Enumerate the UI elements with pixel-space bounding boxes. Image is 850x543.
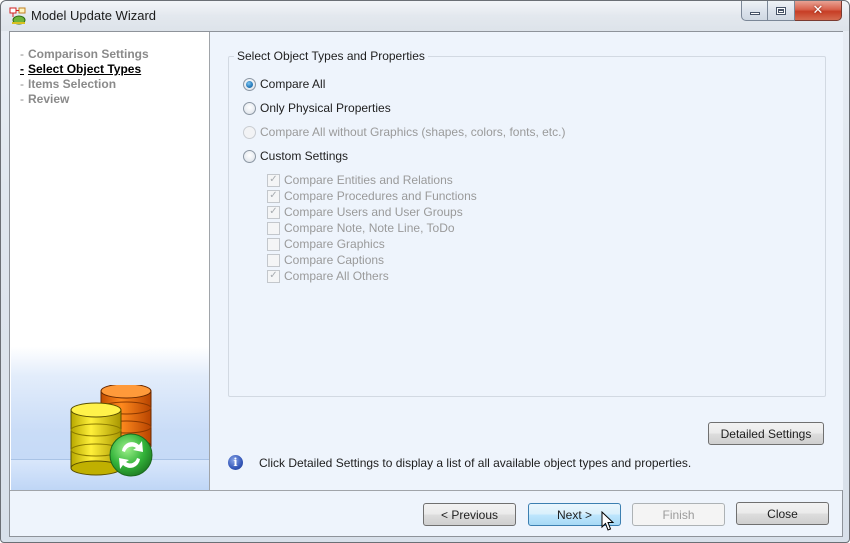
checkbox-label: Compare Entities and Relations bbox=[284, 173, 453, 187]
close-window-button[interactable]: ✕ bbox=[795, 1, 842, 21]
title-bar[interactable]: Model Update Wizard ✕ bbox=[1, 1, 849, 31]
wizard-client-area: - Comparison Settings - Select Object Ty… bbox=[9, 31, 843, 537]
checkbox-checked: ✓ bbox=[267, 189, 280, 203]
model-update-wizard-icon bbox=[9, 7, 26, 25]
maximize-button[interactable] bbox=[768, 1, 795, 21]
step-review: - Review bbox=[20, 92, 149, 107]
groupbox-title: Select Object Types and Properties bbox=[234, 49, 428, 63]
checkbox-unchecked bbox=[267, 221, 280, 235]
checkbox-checked: ✓ bbox=[267, 173, 280, 187]
detailed-settings-button[interactable]: Detailed Settings bbox=[708, 422, 824, 445]
step-bullet: - bbox=[20, 77, 24, 91]
step-bullet: - bbox=[20, 62, 24, 76]
step-label: Items Selection bbox=[28, 77, 117, 91]
previous-button[interactable]: < Previous bbox=[423, 503, 516, 526]
checkbox-label: Compare Graphics bbox=[284, 237, 385, 251]
close-icon: ✕ bbox=[812, 3, 824, 18]
radio-button[interactable] bbox=[243, 149, 256, 163]
checkbox-label: Compare Captions bbox=[284, 253, 385, 267]
info-hint: i Click Detailed Settings to display a l… bbox=[228, 455, 691, 470]
radio-button[interactable] bbox=[243, 101, 256, 115]
step-bullet: - bbox=[20, 92, 24, 106]
radio-label: Only Physical Properties bbox=[260, 101, 391, 115]
wizard-illustration-panel bbox=[11, 347, 209, 490]
checkbox-label: Compare Users and User Groups bbox=[284, 205, 463, 219]
checkbox-compare-graphics: Compare Graphics bbox=[267, 237, 385, 251]
model-update-wizard-window: Model Update Wizard ✕ - Comparison Setti… bbox=[0, 0, 850, 543]
step-bullet: - bbox=[20, 47, 24, 61]
checkbox-checked: ✓ bbox=[267, 269, 280, 283]
checkbox-label: Compare Procedures and Functions bbox=[284, 189, 477, 203]
wizard-steps-list: - Comparison Settings - Select Object Ty… bbox=[20, 47, 149, 107]
radio-label: Compare All bbox=[260, 77, 326, 91]
step-items-selection: - Items Selection bbox=[20, 77, 149, 92]
radio-only-physical-properties[interactable]: Only Physical Properties bbox=[243, 101, 391, 115]
step-comparison-settings: - Comparison Settings bbox=[20, 47, 149, 62]
mouse-pointer-icon bbox=[601, 511, 615, 531]
object-types-pane: Select Object Types and Properties Compa… bbox=[211, 32, 843, 490]
checkbox-compare-all-others: ✓ Compare All Others bbox=[267, 269, 389, 283]
radio-compare-all[interactable]: Compare All bbox=[243, 77, 325, 91]
step-label: Select Object Types bbox=[28, 62, 142, 76]
radio-label: Custom Settings bbox=[260, 149, 349, 163]
checkbox-unchecked bbox=[267, 237, 280, 251]
step-label: Comparison Settings bbox=[28, 47, 149, 61]
checkbox-label: Compare All Others bbox=[284, 269, 389, 283]
info-icon: i bbox=[228, 455, 243, 470]
minimize-button[interactable] bbox=[741, 1, 768, 21]
close-button[interactable]: Close bbox=[736, 502, 829, 525]
radio-button-disabled bbox=[243, 125, 256, 139]
minimize-icon bbox=[749, 12, 760, 15]
radio-compare-all-without-graphics: Compare All without Graphics (shapes, co… bbox=[243, 125, 565, 139]
maximize-icon bbox=[776, 6, 786, 15]
checkbox-compare-procedures-functions: ✓ Compare Procedures and Functions bbox=[267, 189, 477, 203]
checkbox-checked: ✓ bbox=[267, 205, 280, 219]
step-label: Review bbox=[28, 92, 70, 106]
finish-button: Finish bbox=[632, 503, 725, 526]
window-title: Model Update Wizard bbox=[31, 8, 156, 23]
wizard-steps-pane: - Comparison Settings - Select Object Ty… bbox=[10, 32, 210, 490]
checkbox-compare-entities-relations: ✓ Compare Entities and Relations bbox=[267, 173, 453, 187]
checkbox-compare-notes: Compare Note, Note Line, ToDo bbox=[267, 221, 455, 235]
checkbox-compare-users-groups: ✓ Compare Users and User Groups bbox=[267, 205, 463, 219]
checkbox-unchecked bbox=[267, 253, 280, 267]
checkbox-label: Compare Note, Note Line, ToDo bbox=[284, 221, 455, 235]
object-types-groupbox: Select Object Types and Properties Compa… bbox=[228, 49, 826, 397]
radio-custom-settings[interactable]: Custom Settings bbox=[243, 149, 348, 163]
step-select-object-types: - Select Object Types bbox=[20, 62, 149, 77]
info-text: Click Detailed Settings to display a lis… bbox=[259, 455, 692, 470]
caption-buttons: ✕ bbox=[741, 1, 842, 21]
radio-button-checked[interactable] bbox=[243, 77, 256, 91]
wizard-button-bar: < Previous Next > Finish Close bbox=[10, 490, 842, 536]
checkbox-compare-captions: Compare Captions bbox=[267, 253, 384, 267]
database-sync-icon bbox=[70, 385, 153, 477]
radio-label: Compare All without Graphics (shapes, co… bbox=[260, 125, 566, 139]
